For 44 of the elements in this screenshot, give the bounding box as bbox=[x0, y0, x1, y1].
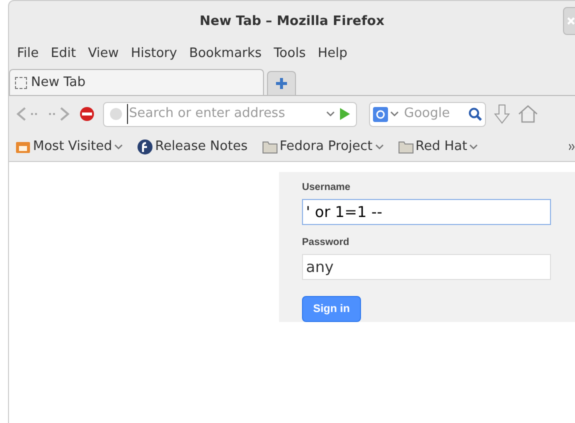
new-tab-button[interactable] bbox=[267, 71, 296, 95]
bookmark-item[interactable]: Fedora Project bbox=[262, 136, 384, 156]
folder-icon bbox=[262, 140, 278, 154]
forward-icon[interactable] bbox=[47, 106, 71, 122]
stop-icon[interactable] bbox=[79, 106, 95, 122]
username-field[interactable]: ' or 1=1 -- bbox=[302, 199, 551, 225]
menu-item[interactable]: Help bbox=[318, 44, 348, 64]
menu-item[interactable]: Edit bbox=[50, 44, 76, 64]
chevron-down-icon bbox=[114, 144, 124, 150]
globe-icon bbox=[109, 107, 123, 121]
plus-icon bbox=[275, 77, 288, 90]
browser-tab[interactable]: New Tab bbox=[9, 69, 264, 95]
fedora-logo-icon bbox=[137, 138, 154, 154]
field-label: Username bbox=[302, 181, 352, 195]
window-title: New Tab – Mozilla Firefox bbox=[200, 12, 384, 31]
folder-icon bbox=[398, 140, 414, 154]
menu-item[interactable]: File bbox=[17, 44, 39, 64]
field-label: Password bbox=[302, 236, 350, 250]
menu-item[interactable]: History bbox=[130, 44, 178, 64]
chevron-down-icon bbox=[469, 144, 478, 150]
close-icon bbox=[567, 17, 575, 25]
search-icon[interactable] bbox=[468, 107, 482, 121]
chevron-right-icon[interactable] bbox=[569, 144, 575, 150]
page-icon bbox=[15, 76, 27, 88]
chevron-down-icon bbox=[374, 144, 384, 150]
back-icon[interactable] bbox=[15, 106, 39, 122]
password-field[interactable]: any bbox=[302, 254, 551, 280]
download-icon[interactable] bbox=[494, 104, 510, 124]
bookmark-item[interactable]: Release Notes bbox=[137, 136, 248, 156]
menu-item[interactable]: Bookmarks bbox=[189, 44, 262, 64]
go-arrow-icon[interactable] bbox=[339, 107, 351, 121]
search-bar[interactable]: Google bbox=[369, 102, 486, 126]
bookmark-item[interactable]: Red Hat bbox=[398, 136, 478, 156]
menu-item[interactable]: View bbox=[88, 44, 119, 64]
menu-item[interactable]: Tools bbox=[274, 44, 306, 64]
search-input[interactable]: Google bbox=[401, 104, 466, 124]
address-bar[interactable]: Search or enter address bbox=[103, 102, 357, 126]
chevron-down-icon bbox=[390, 111, 399, 117]
folder-icon bbox=[15, 140, 31, 154]
chevron-down-icon bbox=[326, 111, 335, 117]
tab-label: New Tab bbox=[31, 74, 86, 92]
home-icon[interactable] bbox=[518, 104, 538, 124]
address-input[interactable]: Search or enter address bbox=[127, 104, 322, 124]
bookmark-item[interactable]: Most Visited bbox=[15, 136, 124, 156]
